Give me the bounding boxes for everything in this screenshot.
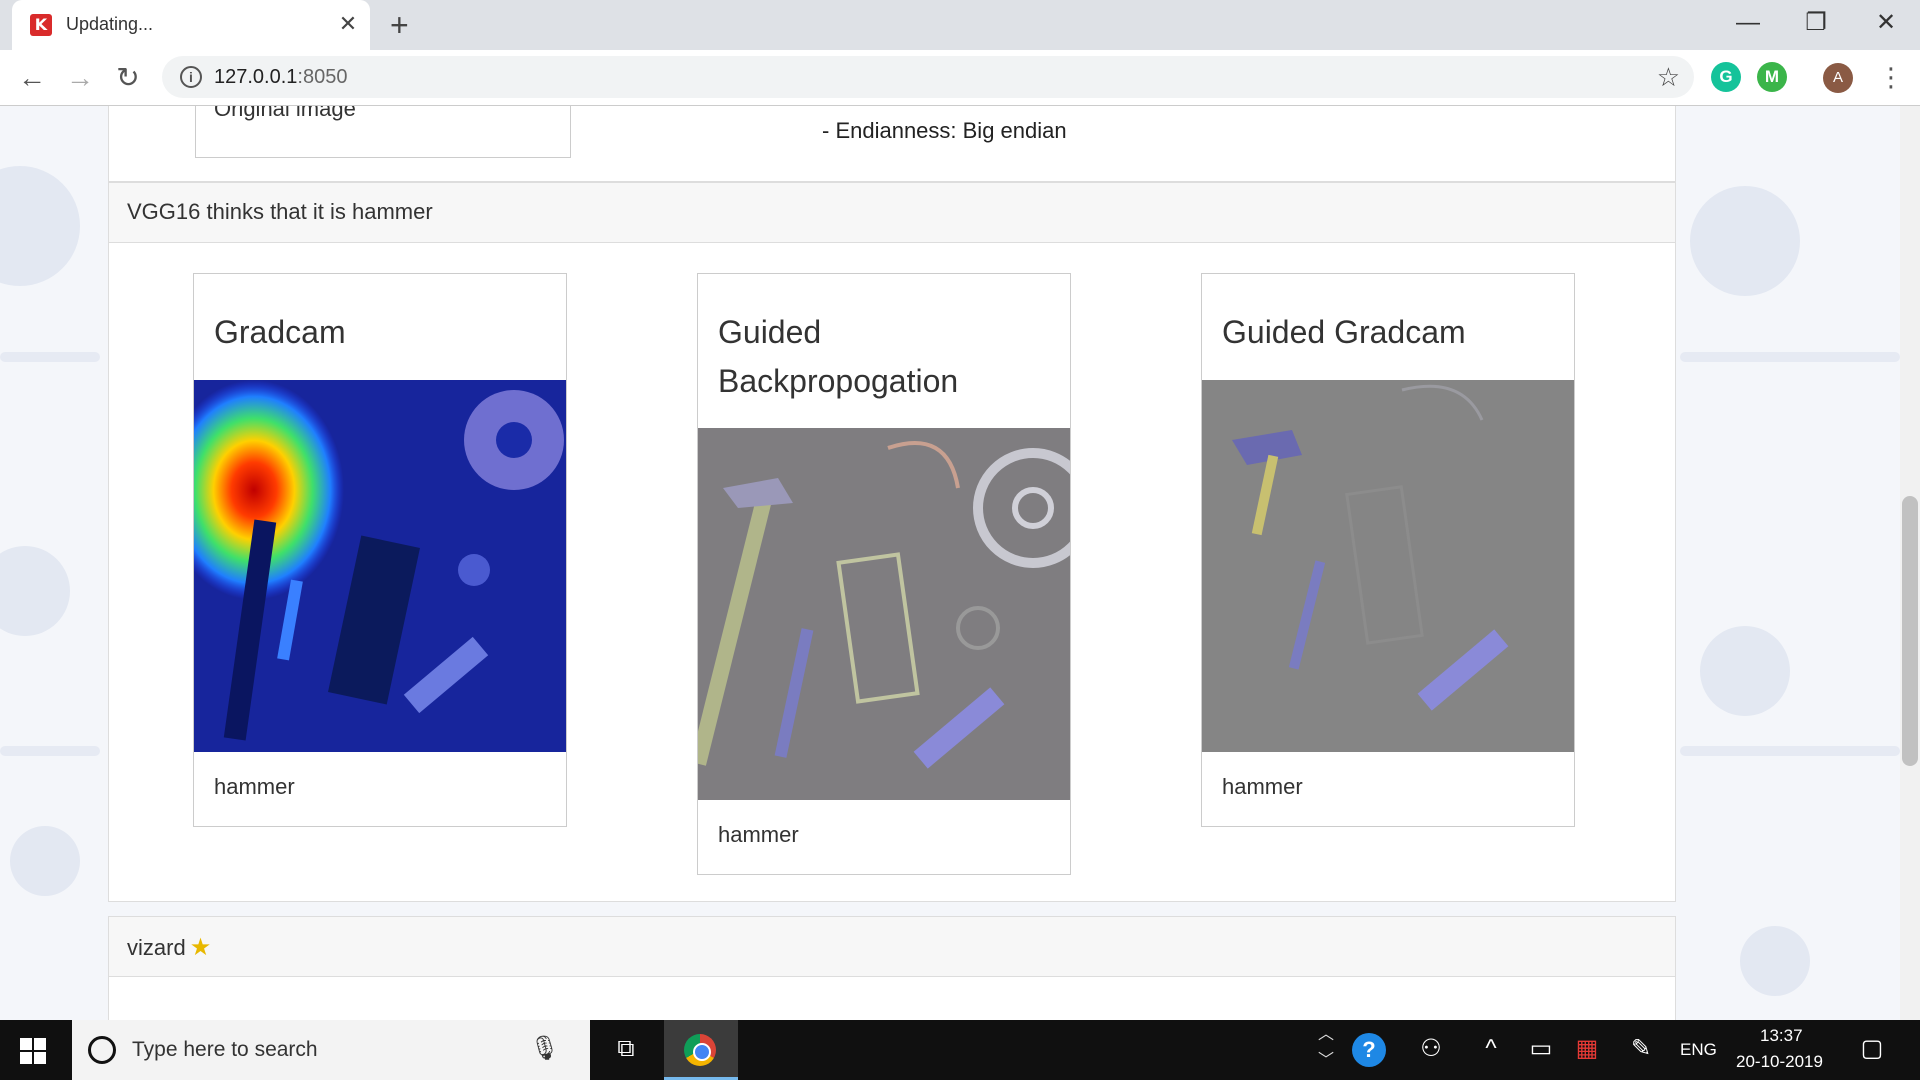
background-decoration bbox=[10, 826, 80, 896]
background-decoration bbox=[1690, 186, 1800, 296]
new-tab-icon[interactable]: + bbox=[390, 8, 409, 42]
people-icon[interactable]: ⚇ bbox=[1414, 1034, 1448, 1064]
prediction-card: VGG16 thinks that it is hammer Gradcam h… bbox=[108, 182, 1676, 902]
prediction-card-header: VGG16 thinks that it is hammer bbox=[109, 183, 1675, 243]
windows-start-icon[interactable] bbox=[20, 1038, 46, 1064]
background-decoration bbox=[1740, 926, 1810, 996]
pen-icon[interactable]: ✎ bbox=[1624, 1034, 1658, 1064]
original-image-card: Original image - Endianness: Big endian bbox=[108, 106, 1676, 182]
help-icon[interactable]: ? bbox=[1352, 1033, 1386, 1067]
bookmark-star-icon[interactable]: ☆ bbox=[1657, 62, 1680, 93]
language-indicator[interactable]: ENG bbox=[1680, 1040, 1717, 1060]
prediction-header-text: VGG16 thinks that it is hammer bbox=[127, 199, 433, 224]
address-bar[interactable]: i 127.0.0.1:8050 ☆ bbox=[162, 56, 1694, 98]
tab-title: Updating... bbox=[66, 14, 154, 34]
browser-tab[interactable]: K Updating... ✕ bbox=[12, 0, 370, 50]
url-port: :8050 bbox=[297, 66, 348, 88]
info-icon[interactable]: i bbox=[180, 66, 202, 88]
close-window-icon[interactable]: ✕ bbox=[1866, 6, 1906, 40]
panel-title: Gradcam bbox=[214, 314, 346, 350]
search-placeholder: Type here to search bbox=[132, 1038, 318, 1061]
clock-date[interactable]: 20-10-2019 bbox=[1736, 1052, 1823, 1072]
background-decoration bbox=[0, 166, 80, 286]
show-hidden-icons-icon[interactable]: ^ bbox=[1476, 1034, 1506, 1064]
taskbar-search-box[interactable]: Type here to search 🎙 bbox=[72, 1020, 590, 1080]
page-viewport: Original image - Endianness: Big endian … bbox=[0, 106, 1920, 1020]
chrome-icon bbox=[684, 1034, 716, 1066]
reload-icon[interactable]: ↻ bbox=[110, 60, 146, 96]
mic-icon[interactable]: 🎙 bbox=[530, 1034, 560, 1063]
scrollbar-thumb[interactable] bbox=[1902, 496, 1918, 766]
grammarly-extension-icon[interactable]: G bbox=[1711, 62, 1741, 92]
gradcam-panel: Gradcam hammer bbox=[193, 273, 567, 827]
background-decoration bbox=[0, 352, 100, 362]
vizard-header-text: vizard ★ bbox=[127, 933, 211, 962]
guided-gradcam-image bbox=[1202, 380, 1574, 752]
guided-backprop-image bbox=[698, 428, 1070, 800]
menu-dots-icon[interactable]: ⋮ bbox=[1878, 60, 1904, 94]
browser-tabstrip: K Updating... ✕ + — ❐ ✕ bbox=[0, 0, 1920, 50]
endianness-text: - Endianness: Big endian bbox=[822, 118, 1067, 143]
cortana-search-icon bbox=[88, 1036, 116, 1064]
notification-icon[interactable]: ▢ bbox=[1854, 1034, 1890, 1064]
taskbar-chrome-button[interactable] bbox=[664, 1020, 738, 1080]
tab-favicon-icon: K bbox=[30, 14, 52, 36]
background-decoration bbox=[0, 746, 100, 756]
avatar[interactable]: A bbox=[1823, 63, 1853, 93]
panel-title: Guided Gradcam bbox=[1222, 314, 1466, 350]
background-decoration bbox=[1700, 626, 1790, 716]
forward-arrow-icon[interactable]: → bbox=[62, 60, 98, 96]
original-image-box: Original image bbox=[195, 106, 571, 158]
vizard-card: vizard ★ bbox=[108, 916, 1676, 1020]
background-decoration bbox=[1680, 352, 1900, 362]
vizard-card-header: vizard ★ bbox=[109, 917, 1675, 977]
app-tray-icon[interactable]: ▦ bbox=[1570, 1034, 1604, 1064]
minimize-icon[interactable]: — bbox=[1728, 6, 1768, 40]
browser-toolbar: ← → ↻ i 127.0.0.1:8050 ☆ G M A ⋮ bbox=[0, 50, 1920, 106]
star-icon: ★ bbox=[189, 934, 212, 961]
windows-taskbar: Type here to search 🎙 ⧉ ︿ ﹀ ? ⚇ ^ ▭ ▦ ✎ E… bbox=[0, 1020, 1920, 1080]
original-image-label: Original image bbox=[214, 106, 356, 121]
panel-caption: hammer bbox=[718, 822, 799, 847]
guided-backprop-panel: Guided Backpropogation hammer bbox=[697, 273, 1071, 875]
panel-caption: hammer bbox=[1222, 774, 1303, 799]
url-host: 127.0.0.1 bbox=[214, 66, 298, 88]
background-decoration bbox=[0, 546, 70, 636]
guided-gradcam-panel: Guided Gradcam hammer bbox=[1201, 273, 1575, 827]
page-scrollbar[interactable] bbox=[1900, 106, 1920, 1020]
tab-close-icon[interactable]: ✕ bbox=[336, 12, 360, 36]
panel-caption: hammer bbox=[214, 774, 295, 799]
taskbar-scroll-arrows[interactable]: ︿ ﹀ bbox=[1316, 1022, 1336, 1074]
vizard-label: vizard bbox=[127, 935, 186, 960]
panel-title: Guided Backpropogation bbox=[718, 314, 959, 399]
task-view-icon[interactable]: ⧉ bbox=[606, 1034, 646, 1064]
restore-icon[interactable]: ❐ bbox=[1796, 6, 1836, 40]
battery-icon[interactable]: ▭ bbox=[1524, 1034, 1558, 1064]
gradcam-image bbox=[194, 380, 566, 752]
clock-time[interactable]: 13:37 bbox=[1760, 1026, 1803, 1046]
back-arrow-icon[interactable]: ← bbox=[14, 60, 50, 96]
url-text: 127.0.0.1:8050 bbox=[214, 66, 347, 89]
m-extension-icon[interactable]: M bbox=[1757, 62, 1787, 92]
background-decoration bbox=[1680, 746, 1900, 756]
